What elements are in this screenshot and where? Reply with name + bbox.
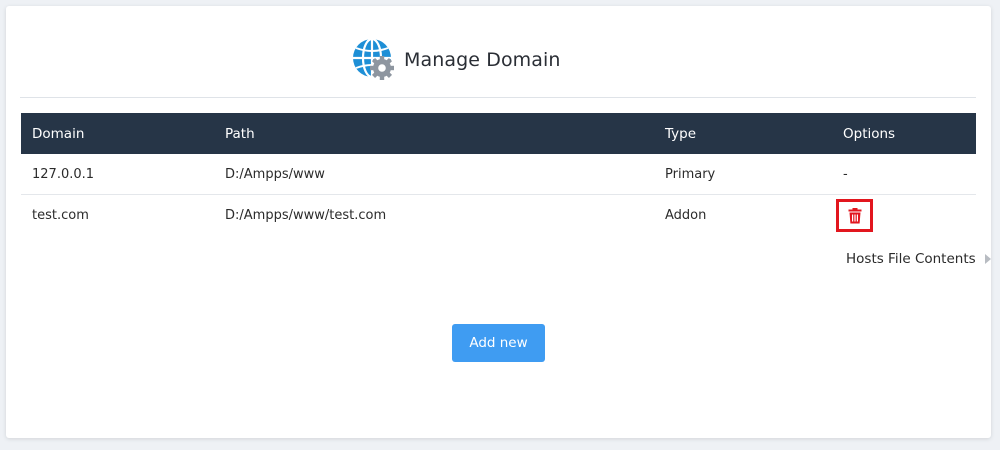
options-cell <box>832 195 976 236</box>
add-new-button[interactable]: Add new <box>452 324 545 362</box>
path-cell: D:/Ampps/www/test.com <box>225 207 387 223</box>
domains-table: Domain Path Type Options 127.0.0.1 D:/Am… <box>21 113 976 235</box>
column-header-type: Type <box>665 125 697 142</box>
hosts-file-contents-link[interactable]: Hosts File Contents <box>846 251 991 267</box>
column-header-options: Options <box>843 125 896 142</box>
domain-cell: 127.0.0.1 <box>21 154 214 195</box>
domain-cell: test.com <box>32 207 89 223</box>
globe-gear-icon <box>352 37 396 82</box>
table-row: test.com D:/Ampps/www/test.com Addon <box>21 195 976 236</box>
trash-icon <box>848 207 861 223</box>
title-group: Manage Domain <box>352 37 561 82</box>
type-cell: Primary <box>654 154 832 195</box>
caret-right-icon <box>984 254 991 264</box>
path-cell: D:/Ampps/www <box>214 154 654 195</box>
table-row: 127.0.0.1 D:/Ampps/www Primary - <box>21 154 976 195</box>
column-header-domain: Domain <box>32 125 85 142</box>
type-cell: Addon <box>665 207 707 223</box>
manage-domain-panel: Manage Domain Domain Path Type Options 1… <box>6 6 991 438</box>
page-title: Manage Domain <box>404 49 561 71</box>
column-header-path: Path <box>225 125 255 142</box>
hosts-file-contents-label: Hosts File Contents <box>846 251 976 267</box>
delete-domain-button[interactable] <box>836 199 873 232</box>
panel-header: Manage Domain <box>20 6 976 98</box>
table-header-row: Domain Path Type Options <box>21 113 976 154</box>
options-cell: - <box>832 154 976 195</box>
